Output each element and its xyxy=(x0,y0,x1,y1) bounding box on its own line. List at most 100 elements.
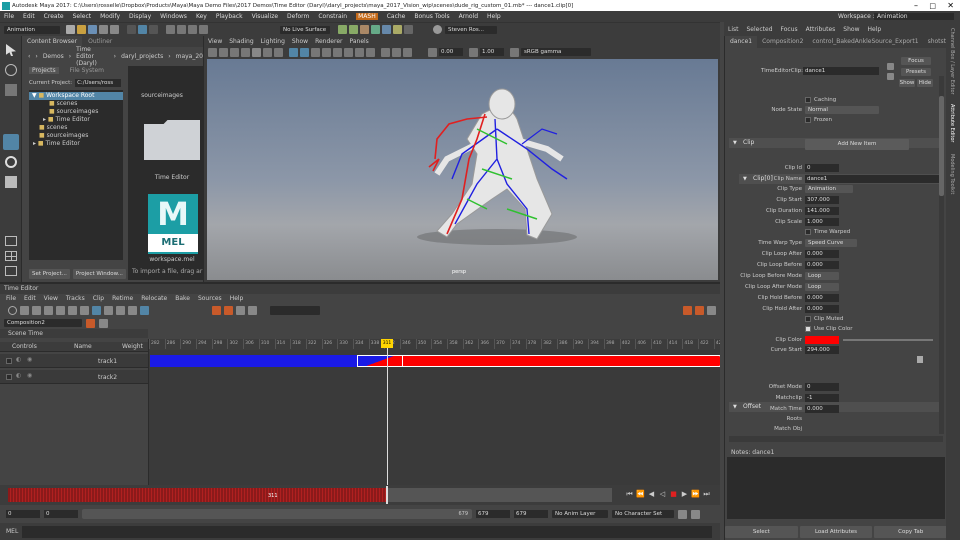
side-tab-channel-box[interactable]: Channel Box / Layer Editor xyxy=(949,28,955,95)
group-icon[interactable] xyxy=(104,305,113,315)
menu-create[interactable]: Create xyxy=(44,13,64,20)
back-arrow-icon[interactable]: ‹ xyxy=(28,53,30,60)
user-dropdown[interactable]: Steven Ros... xyxy=(445,25,497,34)
rotate-tool-icon[interactable] xyxy=(5,156,17,168)
key-icon[interactable] xyxy=(128,305,137,315)
bookmark-icon[interactable] xyxy=(230,47,239,57)
time-warped-checkbox[interactable] xyxy=(805,228,811,235)
workspace-dropdown[interactable]: Animation xyxy=(874,13,954,20)
mel-file-icon[interactable]: M MEL xyxy=(148,194,198,254)
layout-outliner-icon[interactable] xyxy=(5,266,17,276)
camera-attributes-icon[interactable] xyxy=(219,47,228,57)
composition-dropdown[interactable]: Composition2 xyxy=(4,319,82,327)
time-slider[interactable]: 311 ⏮ ⏪ ◀ ◁ ■ ▶ ⏩ ⏭ xyxy=(0,485,720,505)
gamma-icon[interactable] xyxy=(469,47,478,57)
snap-view-icon[interactable] xyxy=(199,25,208,34)
copy-tab-button[interactable]: Copy Tab xyxy=(874,525,948,538)
shadows-icon[interactable] xyxy=(333,47,342,57)
track1-mute-icon[interactable]: ◐ xyxy=(16,356,21,363)
track2-mute-icon[interactable]: ◐ xyxy=(16,372,21,379)
menu-display[interactable]: Display xyxy=(129,13,151,20)
go-to-start-icon[interactable]: ⏮ xyxy=(625,490,634,499)
textured-icon[interactable] xyxy=(311,47,320,57)
time-warp-type-dropdown[interactable]: Speed Curve xyxy=(805,239,857,247)
te-menu-sources[interactable]: Sources xyxy=(198,295,222,302)
tree-item-time-editor-2[interactable]: ▸ ■ Time Editor xyxy=(29,140,123,148)
search-field-icon[interactable] xyxy=(270,305,320,315)
menu-mash[interactable]: MASH xyxy=(356,13,378,20)
menu-bonus-tools[interactable]: Bonus Tools xyxy=(414,13,449,20)
clip-id-field[interactable]: 0 xyxy=(805,164,839,172)
render-current-icon[interactable] xyxy=(338,25,347,34)
image-plane-icon[interactable] xyxy=(241,47,250,57)
file-workspace-mel[interactable]: workspace.mel xyxy=(142,256,202,263)
menu-windows[interactable]: Windows xyxy=(160,13,187,20)
select-tool-icon[interactable] xyxy=(6,44,16,56)
loop-before-mode-dropdown[interactable]: Loop xyxy=(805,272,839,280)
step-forward-key-icon[interactable]: ⏩ xyxy=(691,490,700,499)
undo-icon[interactable] xyxy=(99,25,108,34)
ae-tab-shotst[interactable]: shotst xyxy=(924,36,946,48)
matchclip-field[interactable]: -1 xyxy=(805,394,839,402)
go-to-end-icon[interactable]: ⏭ xyxy=(702,490,711,499)
close-button[interactable]: ✕ xyxy=(947,1,954,10)
ae-show-button[interactable]: Show xyxy=(899,79,915,87)
layout-four-icon[interactable] xyxy=(5,251,17,261)
smooth-shade-icon[interactable] xyxy=(300,47,309,57)
project-window-button[interactable]: Project Window... xyxy=(72,269,126,279)
anim-layer-dropdown[interactable]: No Anim Layer xyxy=(552,510,608,518)
split-icon[interactable] xyxy=(80,305,89,315)
tree-item-scenes-2[interactable]: ■ scenes xyxy=(29,124,123,132)
composition-settings-icon[interactable] xyxy=(99,318,108,328)
character-rig[interactable] xyxy=(207,59,718,280)
track-row-2[interactable]: ◐ ◉ track2 xyxy=(0,370,148,384)
ae-scrollbar[interactable] xyxy=(939,76,944,434)
clip-muted-checkbox[interactable] xyxy=(805,315,811,322)
resolution-gate-icon[interactable] xyxy=(274,47,283,57)
clip-duration-field[interactable]: 141.000 xyxy=(805,207,839,215)
te-menu-view[interactable]: View xyxy=(44,295,58,302)
select-object-icon[interactable] xyxy=(138,25,147,34)
playhead-marker[interactable]: 311 xyxy=(381,339,393,348)
minimize-button[interactable]: – xyxy=(914,1,918,10)
track2-name[interactable]: track2 xyxy=(98,374,117,381)
load-attributes-button[interactable]: Load Attributes xyxy=(799,525,873,538)
ae-menu-focus[interactable]: Focus xyxy=(781,26,798,33)
command-input[interactable] xyxy=(22,525,713,538)
menu-visualize[interactable]: Visualize xyxy=(252,13,278,20)
user-account-icon[interactable] xyxy=(433,25,442,34)
maximize-button[interactable]: □ xyxy=(929,2,936,10)
breadcrumb-daryl-projects[interactable]: daryl_projects xyxy=(121,53,163,60)
arnold-icon[interactable] xyxy=(404,25,413,34)
ae-menu-selected[interactable]: Selected xyxy=(747,26,773,33)
menu-deform[interactable]: Deform xyxy=(287,13,309,20)
vp-menu-shading[interactable]: Shading xyxy=(229,38,253,45)
scene-end-field[interactable]: 679 xyxy=(514,510,548,518)
ae-focus-button[interactable]: Focus xyxy=(901,57,931,65)
te-menu-tracks[interactable]: Tracks xyxy=(66,295,85,302)
command-language-label[interactable]: MEL xyxy=(6,528,18,535)
add-track-icon[interactable] xyxy=(92,305,101,315)
gamma-field[interactable]: 1.00 xyxy=(480,48,504,56)
forward-arrow-icon[interactable]: › xyxy=(35,53,37,60)
clip-color-slider[interactable] xyxy=(843,339,933,341)
te-menu-clip[interactable]: Clip xyxy=(93,295,104,302)
frozen-checkbox[interactable] xyxy=(805,116,811,123)
add-composition-icon[interactable] xyxy=(86,318,95,328)
stop-icon[interactable]: ■ xyxy=(669,490,678,499)
viewport-canvas[interactable]: persp xyxy=(207,59,718,280)
clip-loop-after-field[interactable]: 0.000 xyxy=(805,250,839,258)
move-tool-icon[interactable] xyxy=(3,134,19,150)
new-scene-icon[interactable] xyxy=(66,25,75,34)
colorspace-dropdown[interactable]: sRGB gamma xyxy=(521,48,591,56)
range-bar[interactable]: 679 xyxy=(82,509,472,519)
vp-menu-renderer[interactable]: Renderer xyxy=(315,38,342,45)
te-menu-edit[interactable]: Edit xyxy=(24,295,36,302)
clip-hold-before-field[interactable]: 0.000 xyxy=(805,294,839,302)
film-gate-icon[interactable] xyxy=(263,47,272,57)
anim-prefs-icon[interactable] xyxy=(691,509,700,519)
mode-dropdown[interactable]: Animation xyxy=(4,25,60,34)
pose-icon[interactable] xyxy=(116,305,125,315)
camera-select-icon[interactable] xyxy=(208,47,217,57)
menu-file[interactable]: File xyxy=(4,13,14,20)
